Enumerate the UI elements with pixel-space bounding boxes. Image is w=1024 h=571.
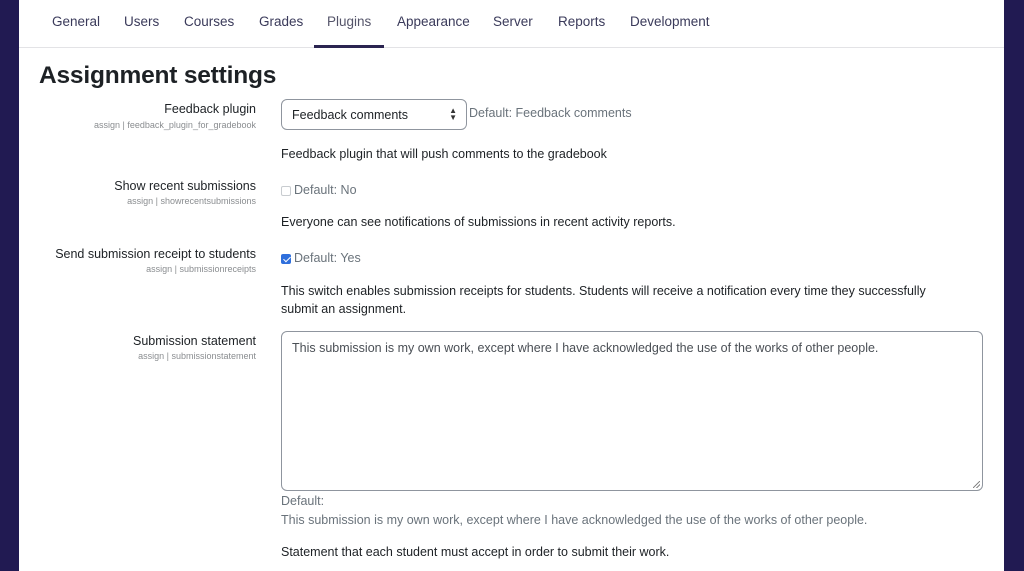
feedback-plugin-label: Feedback plugin [164, 102, 256, 116]
feedback-plugin-description: Feedback plugin that will push comments … [281, 147, 607, 161]
active-tab-indicator [314, 45, 384, 48]
statement-textarea-value: This submission is my own work, except w… [292, 341, 879, 355]
select-value: Feedback comments [292, 108, 409, 122]
tab-general[interactable]: General [52, 14, 100, 29]
page-title: Assignment settings [39, 62, 277, 89]
tab-users[interactable]: Users [124, 14, 159, 29]
tab-courses[interactable]: Courses [184, 14, 234, 29]
receipts-description-line2: submit an assignment. [281, 302, 407, 316]
tab-reports[interactable]: Reports [558, 14, 605, 29]
admin-nav-tabs: General Users Courses Grades Plugins App… [19, 0, 1004, 48]
feedback-plugin-key: assign | feedback_plugin_for_gradebook [94, 120, 256, 130]
show-recent-label: Show recent submissions [114, 179, 256, 193]
tab-development[interactable]: Development [630, 14, 710, 29]
receipts-label: Send submission receipt to students [55, 247, 256, 261]
receipts-checkbox[interactable] [281, 254, 291, 264]
show-recent-checkbox[interactable] [281, 186, 291, 196]
statement-default-label: Default: [281, 494, 325, 508]
receipts-default: Default: Yes [294, 251, 361, 265]
receipts-key: assign | submissionreceipts [146, 264, 256, 274]
statement-key: assign | submissionstatement [138, 351, 256, 361]
tab-server[interactable]: Server [493, 14, 533, 29]
statement-description: Statement that each student must accept … [281, 545, 670, 559]
statement-textarea[interactable]: This submission is my own work, except w… [281, 331, 983, 491]
feedback-plugin-select[interactable]: Feedback comments ▲ ▼ [281, 99, 467, 130]
resize-handle-icon[interactable] [973, 481, 980, 488]
tab-grades[interactable]: Grades [259, 14, 303, 29]
show-recent-description: Everyone can see notifications of submis… [281, 215, 676, 229]
select-arrows-icon: ▲ ▼ [449, 106, 457, 122]
settings-page: General Users Courses Grades Plugins App… [19, 0, 1004, 571]
feedback-plugin-default: Default: Feedback comments [469, 106, 632, 120]
show-recent-key: assign | showrecentsubmissions [127, 196, 256, 206]
tab-plugins[interactable]: Plugins [327, 14, 371, 29]
tab-appearance[interactable]: Appearance [397, 14, 470, 29]
statement-default-value: This submission is my own work, except w… [281, 513, 868, 527]
show-recent-default: Default: No [294, 183, 357, 197]
statement-label: Submission statement [133, 334, 256, 348]
receipts-description-line1: This switch enables submission receipts … [281, 284, 926, 298]
